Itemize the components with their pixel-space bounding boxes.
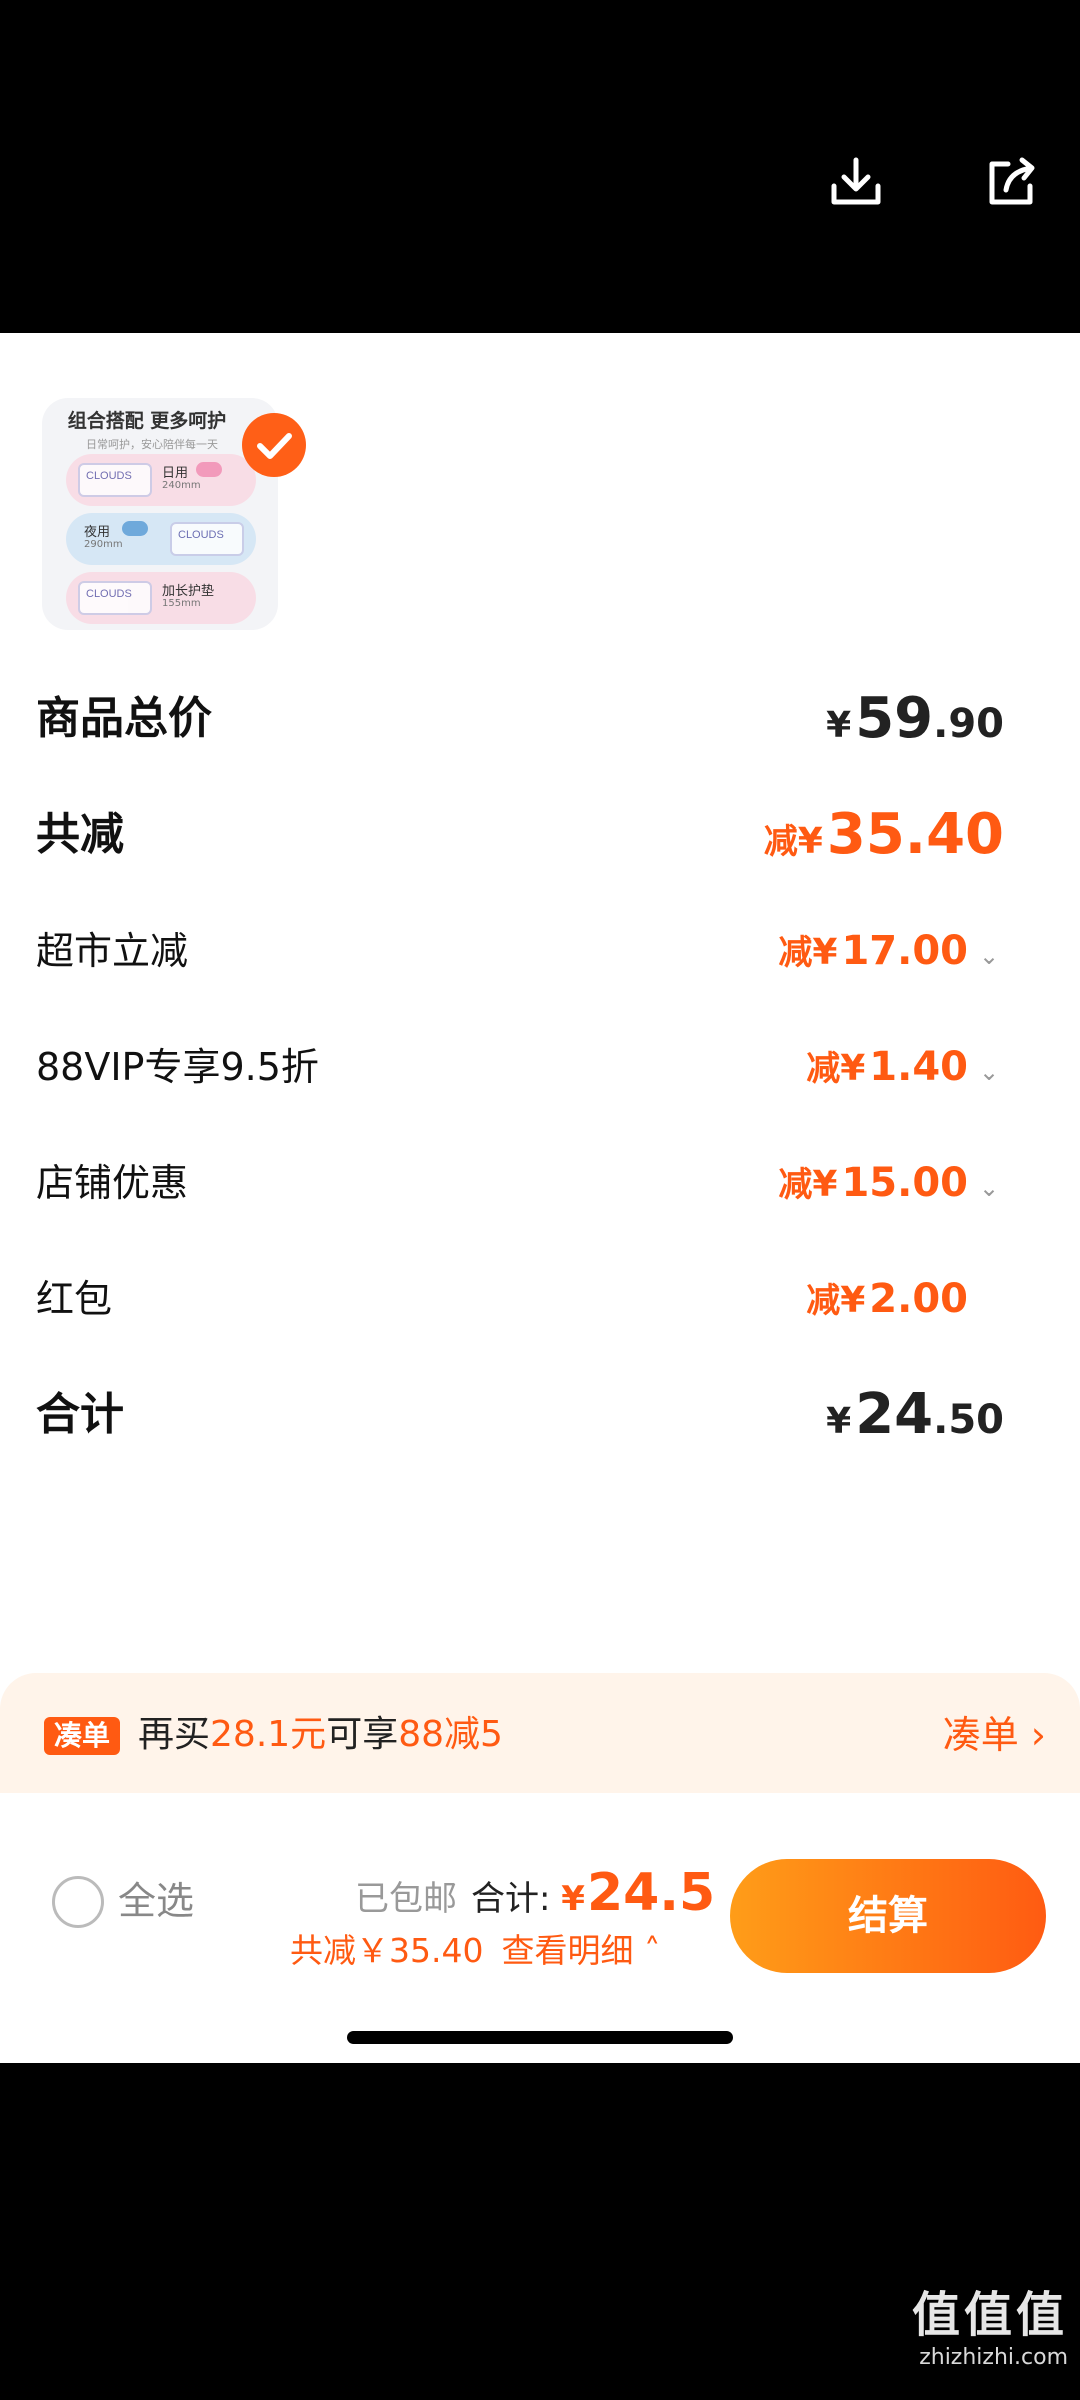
chevron-right-icon: › [1030, 1713, 1046, 1757]
discount-label: 店铺优惠 [36, 1161, 189, 1205]
thumbnail-item: 夜用 290mm CLOUDS [66, 513, 256, 565]
home-indicator[interactable] [347, 2031, 733, 2044]
thumbnail-subtitle: 日常呵护，安心陪伴每一天 [86, 438, 218, 451]
bundle-promo-text: 再买28.1元可享88减5 [138, 1714, 503, 1755]
chevron-up-icon: ˄ [633, 1931, 661, 1970]
goods-total-value: ¥59.90 [826, 686, 1004, 751]
chevron-down-icon[interactable]: ⌄ [974, 1152, 1004, 1224]
footer-total: 已包邮 合计: ¥24.5 [355, 1863, 716, 1923]
bundle-link[interactable]: 凑单 › [943, 1707, 1046, 1763]
select-all-label[interactable]: 全选 [118, 1873, 194, 1929]
grand-total-value: ¥24.50 [826, 1382, 1004, 1447]
discount-value: 减¥ 1.40 ⌄ [806, 1031, 1004, 1103]
download-icon[interactable] [824, 150, 888, 214]
footer-total-label: 合计: [471, 1879, 562, 1919]
chevron-down-icon[interactable]: ⌄ [974, 920, 1004, 992]
thumbnail-item: CLOUDS 日用 240mm [66, 454, 256, 506]
bundle-promo-bar[interactable]: 凑单 再买28.1元可享88减5 凑单 › [0, 1673, 1080, 1793]
top-bar [0, 0, 1080, 333]
price-detail-sheet: 组合搭配 更多呵护 日常呵护，安心陪伴每一天 CLOUDS 日用 240mm 夜… [0, 333, 1080, 2063]
total-discount-value: 减¥35.40 [763, 802, 1004, 867]
grand-total-row: 合计 ¥24.50 [36, 1379, 1004, 1451]
goods-total-row: 商品总价 ¥59.90 [36, 683, 1004, 755]
total-discount-row: 共减 减¥35.40 [36, 799, 1004, 871]
grand-total-label: 合计 [36, 1389, 124, 1440]
select-all-radio[interactable] [52, 1876, 104, 1928]
footer-discount[interactable]: 共减￥35.40 查看明细 ˄ [290, 1927, 660, 1975]
thumbnail-item: CLOUDS 加长护垫 155mm [66, 572, 256, 624]
discount-value: 减¥ 15.00 ⌄ [778, 1147, 1004, 1219]
footer-discount-text: 共减￥35.40 [290, 1931, 484, 1970]
discount-row-redpacket: 红包 减¥ 2.00 [36, 1263, 1004, 1335]
view-detail-link[interactable]: 查看明细 [501, 1931, 633, 1970]
checkout-button[interactable]: 结算 [730, 1859, 1046, 1973]
discount-value: 减¥ 17.00 ⌄ [778, 915, 1004, 987]
discount-row-supermarket[interactable]: 超市立减 减¥ 17.00 ⌄ [36, 915, 1004, 987]
discount-label: 超市立减 [36, 929, 189, 973]
goods-total-label: 商品总价 [36, 693, 212, 744]
discount-label: 88VIP专享9.5折 [36, 1045, 319, 1089]
free-shipping-text: 已包邮 [355, 1879, 457, 1919]
total-discount-label: 共减 [36, 809, 124, 860]
chevron-down-icon[interactable]: ⌄ [974, 1036, 1004, 1108]
discount-row-88vip[interactable]: 88VIP专享9.5折 减¥ 1.40 ⌄ [36, 1031, 1004, 1103]
footer-total-amount: 24.5 [586, 1863, 716, 1923]
site-watermark: 值值值 zhizhizhi.com [911, 2287, 1068, 2370]
share-icon[interactable] [980, 150, 1044, 214]
bundle-badge: 凑单 [44, 1717, 120, 1755]
discount-row-store[interactable]: 店铺优惠 减¥ 15.00 ⌄ [36, 1147, 1004, 1219]
checkout-bar: 全选 已包邮 合计: ¥24.5 共减￥35.40 查看明细 ˄ 结算 [0, 1793, 1080, 2063]
thumbnail-title: 组合搭配 更多呵护 [67, 410, 227, 432]
check-icon[interactable] [242, 413, 306, 477]
discount-label: 红包 [36, 1277, 113, 1321]
discount-value: 减¥ 2.00 [806, 1276, 968, 1322]
